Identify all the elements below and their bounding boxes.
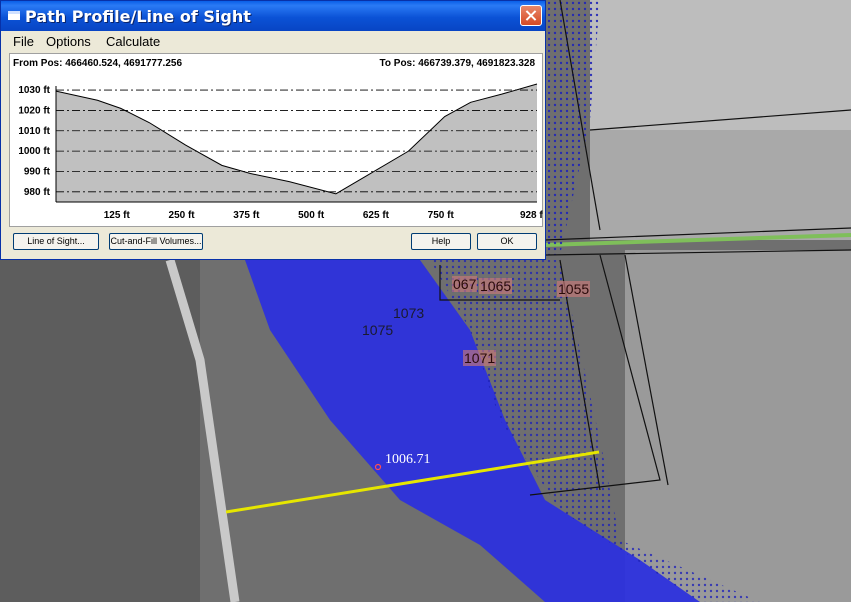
x-tick-label: 375 ft [233, 210, 260, 221]
y-tick-label: 1030 ft [18, 85, 50, 96]
menu-bar: File Options Calculate [1, 31, 545, 52]
field-left [0, 260, 200, 602]
y-tick-label: 1000 ft [18, 146, 50, 157]
elevation-label-1073: 1073 [393, 305, 425, 321]
menu-calculate[interactable]: Calculate [106, 34, 160, 49]
to-position: To Pos: 466739.379, 4691823.328 [379, 58, 535, 69]
menu-file[interactable]: File [13, 34, 34, 49]
x-tick-label: 125 ft [104, 210, 131, 221]
field-light [590, 0, 851, 130]
close-icon[interactable] [520, 5, 542, 26]
elevation-label-1075: 1075 [362, 322, 394, 338]
elevation-profile-chart: 1030 ft 1020 ft 1010 ft 1000 ft 990 ft 980 ft… [18, 83, 543, 221]
window-title: Path Profile/Line of Sight [25, 7, 251, 26]
y-tick-label: 980 ft [24, 187, 51, 198]
marker-elevation-value: 1006.71 [385, 452, 431, 467]
help-button[interactable]: Help [411, 233, 471, 250]
menu-options[interactable]: Options [46, 34, 91, 49]
elevation-label-1071: 1071 [463, 350, 497, 366]
ok-button[interactable]: OK [477, 233, 537, 250]
x-tick-label: 750 ft [428, 210, 455, 221]
y-tick-label: 1020 ft [18, 105, 50, 116]
x-tick-label: 500 ft [298, 210, 325, 221]
x-tick-label: 928 ft [520, 210, 543, 221]
elevation-label-1065: 1065 [479, 278, 513, 294]
x-tick-label: 625 ft [363, 210, 390, 221]
from-position: From Pos: 466460.524, 4691777.256 [13, 58, 183, 69]
field-dark [625, 250, 851, 602]
cut-and-fill-button[interactable]: Cut-and-Fill Volumes... [109, 233, 203, 250]
window-icon[interactable] [8, 11, 20, 20]
x-tick-label: 250 ft [169, 210, 196, 221]
elevation-label-1055: 1055 [557, 281, 591, 297]
line-of-sight-button[interactable]: Line of Sight... [13, 233, 99, 250]
title-bar[interactable]: Path Profile/Line of Sight [1, 1, 545, 31]
y-tick-label: 1010 ft [18, 126, 50, 137]
y-tick-label: 990 ft [24, 166, 51, 177]
path-profile-dialog: Path Profile/Line of Sight File Options … [0, 0, 546, 260]
elevation-label-067: 067 [452, 276, 478, 292]
field-mid [590, 130, 851, 240]
terrain-area [56, 83, 537, 202]
